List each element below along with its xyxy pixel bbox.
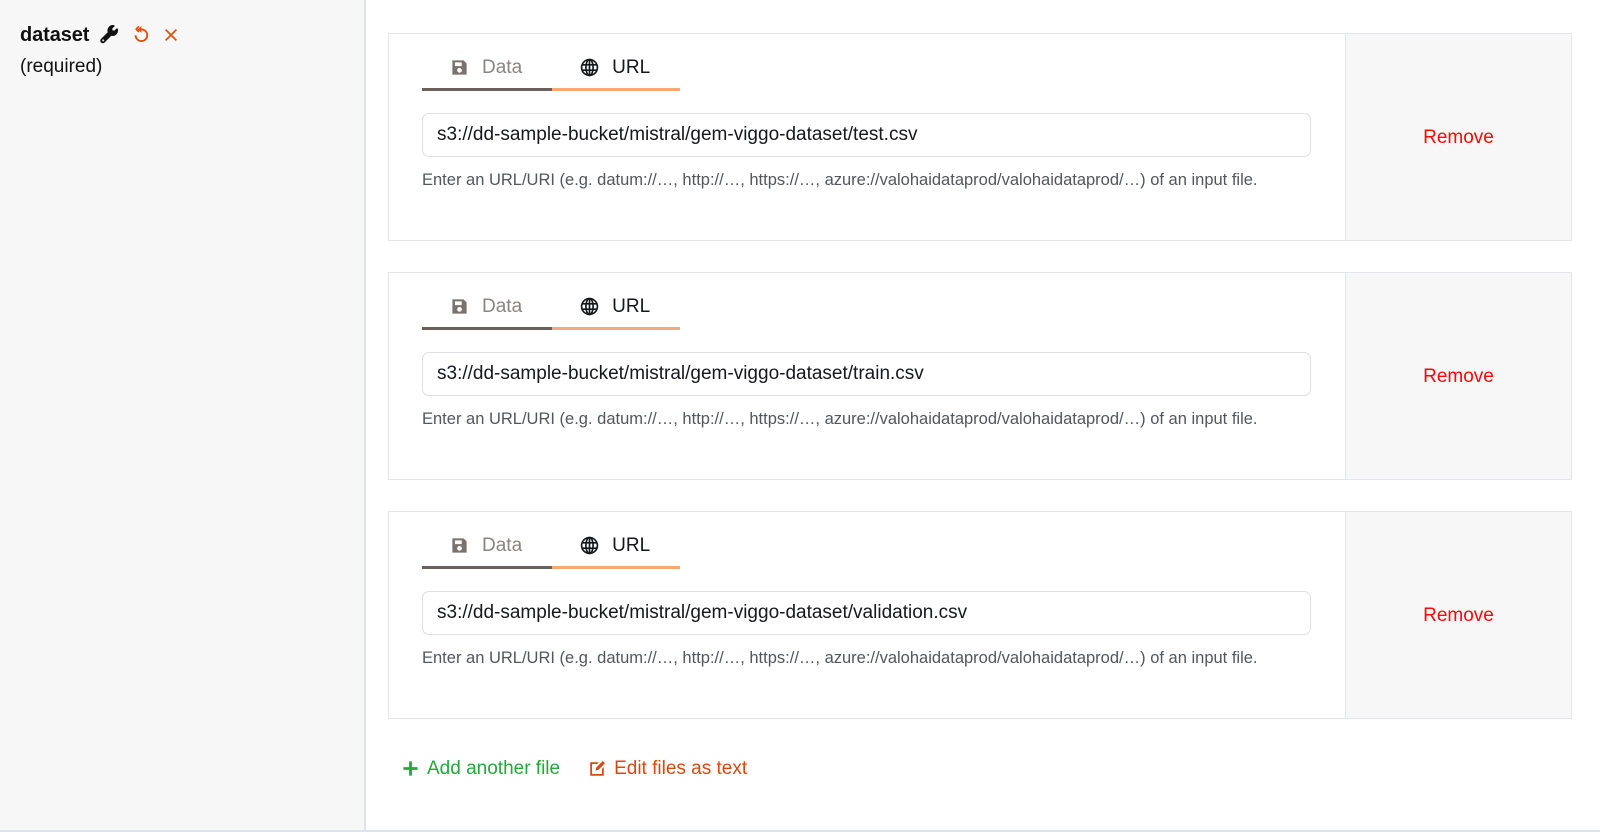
url-help-text: Enter an URL/URI (e.g. datum://…, http:/… — [422, 171, 1258, 189]
url-help-text: Enter an URL/URI (e.g. datum://…, http:/… — [422, 649, 1258, 667]
wrench-icon[interactable] — [100, 25, 120, 45]
tab-url-label: URL — [612, 535, 651, 556]
tab-url-label: URL — [612, 296, 651, 317]
remove-file-button[interactable]: Remove — [1345, 512, 1571, 718]
file-card-body: Data URL Enter an URL — [389, 273, 1345, 479]
parameter-row: dataset (required) Data URL s3://dd-samp… — [0, 0, 1600, 832]
parameter-label-panel: dataset (required) — [0, 0, 366, 830]
remove-file-button[interactable]: Remove — [1345, 34, 1571, 240]
source-type-tabs: Data URL — [422, 295, 1311, 330]
tab-url-label: URL — [612, 57, 651, 78]
url-input[interactable] — [422, 591, 1311, 635]
remove-file-label: Remove — [1423, 365, 1494, 387]
add-another-file-label: Add another file — [427, 758, 561, 779]
tab-url[interactable]: URL — [552, 56, 681, 91]
tab-data-label: Data — [482, 57, 523, 78]
tab-url[interactable]: URL — [552, 534, 681, 569]
file-card: Data URL Enter an URL — [388, 511, 1572, 719]
parameter-title-row: dataset — [20, 22, 364, 48]
plus-icon — [402, 760, 419, 777]
source-type-tabs: Data URL — [422, 534, 1311, 569]
required-indicator: (required) — [20, 56, 103, 77]
floppy-disk-icon — [450, 297, 469, 316]
remove-file-label: Remove — [1423, 126, 1494, 148]
undo-icon[interactable] — [131, 25, 151, 45]
floppy-disk-icon — [450, 536, 469, 555]
file-card: Data URL Enter an URL — [388, 272, 1572, 480]
tab-data-label: Data — [482, 296, 523, 317]
floppy-disk-icon — [450, 58, 469, 77]
globe-icon — [580, 297, 599, 316]
tab-data[interactable]: Data — [422, 295, 553, 330]
remove-file-button[interactable]: Remove — [1345, 273, 1571, 479]
pencil-square-icon — [588, 760, 606, 778]
add-another-file-button[interactable]: Add another file — [402, 759, 560, 778]
edit-files-as-text-button[interactable]: Edit files as text — [588, 759, 747, 778]
file-list-panel: Data URL Enter an URL — [366, 0, 1600, 830]
globe-icon — [580, 536, 599, 555]
tab-data[interactable]: Data — [422, 56, 553, 91]
edit-files-as-text-label: Edit files as text — [614, 758, 748, 779]
tab-data[interactable]: Data — [422, 534, 553, 569]
page-title: dataset — [20, 24, 90, 46]
file-actions: Add another file Edit files as text — [388, 750, 1572, 778]
file-card: Data URL Enter an URL — [388, 33, 1572, 241]
url-input[interactable] — [422, 113, 1311, 157]
tab-data-label: Data — [482, 535, 523, 556]
file-card-body: Data URL Enter an URL — [389, 512, 1345, 718]
tab-url[interactable]: URL — [552, 295, 681, 330]
globe-icon — [580, 58, 599, 77]
url-help-text: Enter an URL/URI (e.g. datum://…, http:/… — [422, 410, 1258, 428]
close-x-icon[interactable] — [162, 26, 180, 44]
source-type-tabs: Data URL — [422, 56, 1311, 91]
url-input[interactable] — [422, 352, 1311, 396]
file-card-body: Data URL Enter an URL — [389, 34, 1345, 240]
remove-file-label: Remove — [1423, 604, 1494, 626]
